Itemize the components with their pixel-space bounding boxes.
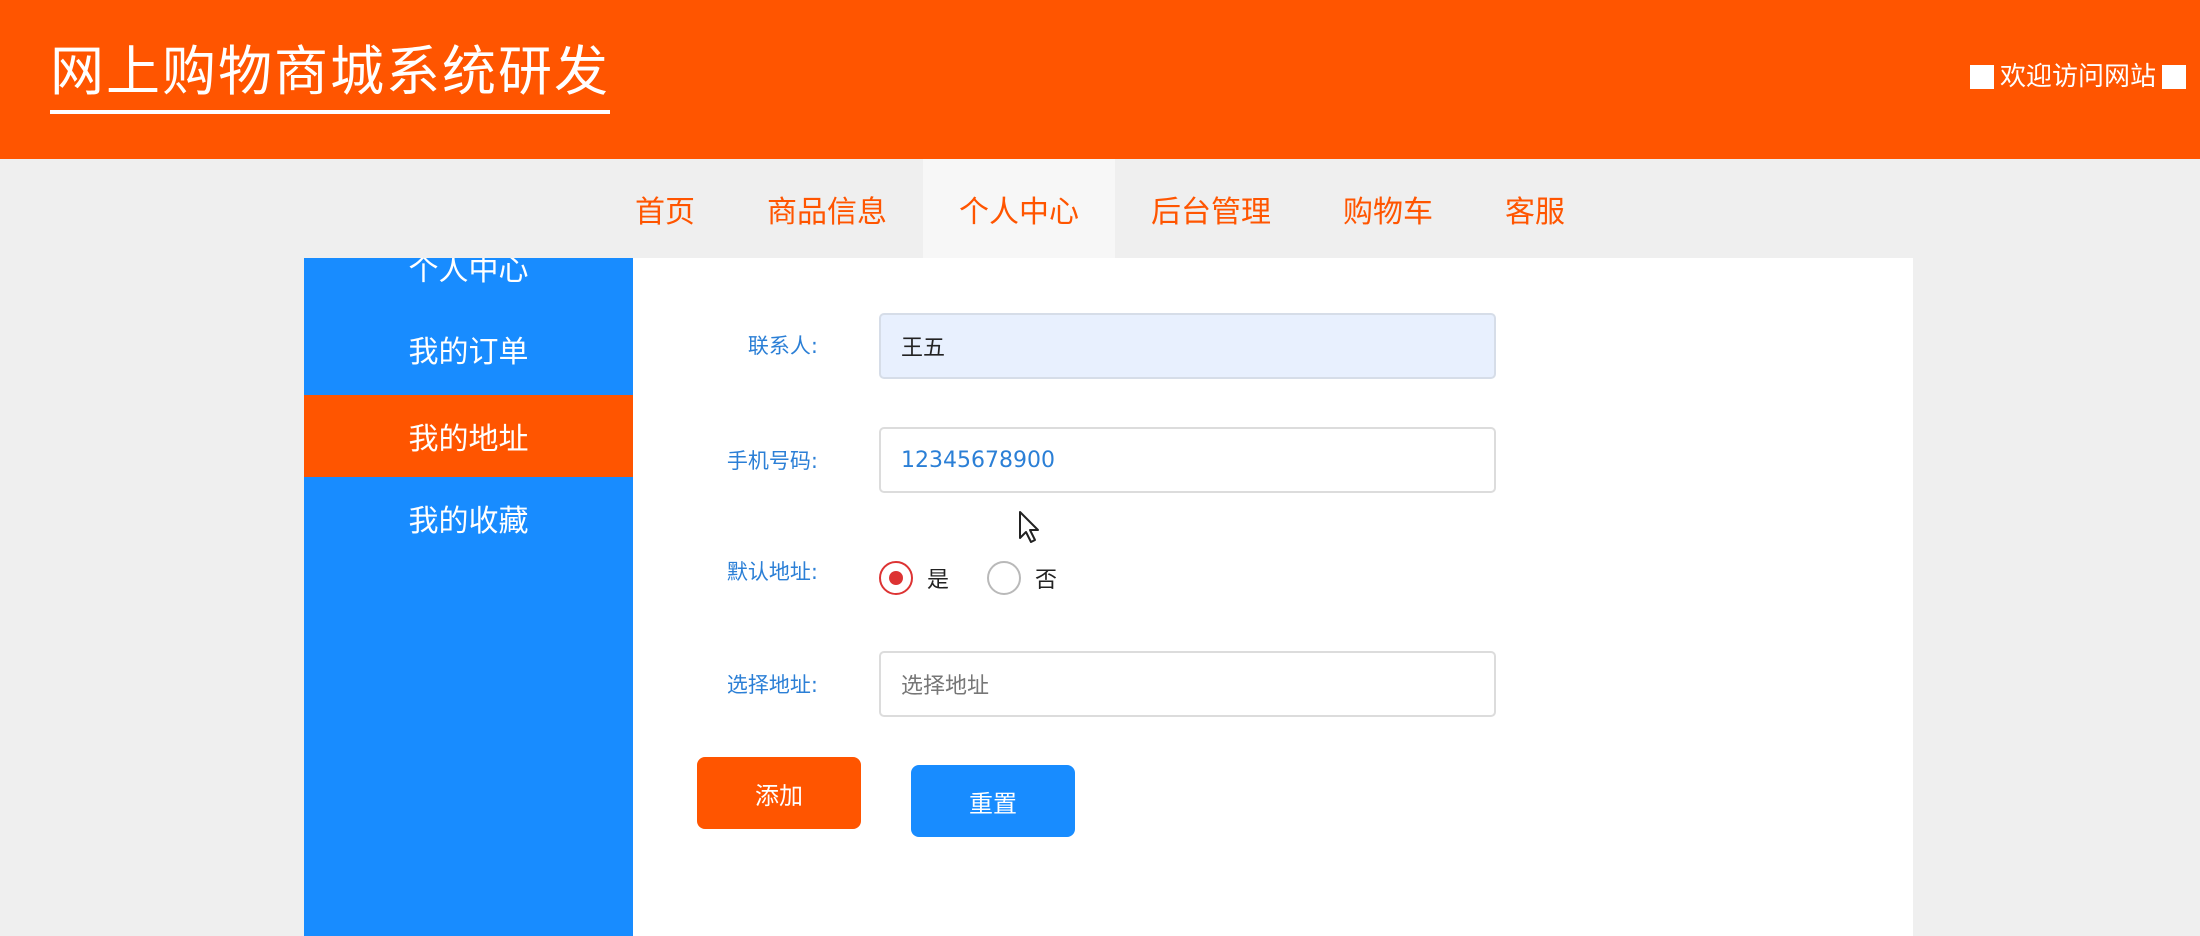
nav-item-home[interactable]: 首页 — [599, 159, 731, 259]
main-nav: 首页 商品信息 个人中心 后台管理 购物车 客服 — [0, 159, 2200, 259]
add-button[interactable]: 添加 — [697, 757, 861, 829]
sidebar-item-personal-center[interactable]: 个人中心 — [304, 258, 633, 308]
address-select-field[interactable]: 选择地址 — [879, 651, 1496, 717]
welcome-banner: 欢迎访问网站 — [1969, 62, 2186, 92]
top-header: 网上购物商城系统研发 欢迎访问网站 — [0, 0, 2200, 159]
phone-label: 手机号码: — [726, 449, 818, 473]
nav-item-admin[interactable]: 后台管理 — [1115, 159, 1307, 259]
radio-yes[interactable] — [879, 561, 913, 595]
radio-dot-icon — [889, 571, 903, 585]
mouse-cursor-icon — [1019, 511, 1039, 543]
welcome-text: 欢迎访问网站 — [1999, 62, 2156, 92]
address-label: 选择地址: — [726, 673, 818, 697]
radio-no[interactable] — [987, 561, 1022, 595]
default-address-label: 默认地址: — [726, 560, 818, 584]
radio-no-label: 否 — [1035, 568, 1058, 593]
site-title[interactable]: 网上购物商城系统研发 — [50, 40, 610, 114]
radio-yes-label: 是 — [927, 568, 950, 593]
sidebar-item-address[interactable]: 我的地址 — [304, 395, 633, 477]
nav-item-service[interactable]: 客服 — [1469, 159, 1601, 259]
square-icon — [1969, 65, 1994, 89]
reset-button[interactable]: 重置 — [911, 765, 1075, 837]
contact-label: 联系人: — [747, 334, 818, 358]
nav-item-cart[interactable]: 购物车 — [1307, 159, 1469, 259]
phone-field[interactable]: 12345678900 — [879, 427, 1496, 493]
sidebar: 个人中心 我的订单 我的地址 我的收藏 — [304, 258, 633, 936]
address-form: 联系人: 王五 手机号码: 12345678900 默认地址: 是 否 选择地址… — [633, 258, 1913, 936]
sidebar-item-favorites[interactable]: 我的收藏 — [304, 477, 633, 559]
nav-item-products[interactable]: 商品信息 — [731, 159, 923, 259]
sidebar-item-placeholder — [304, 570, 633, 652]
contact-field[interactable]: 王五 — [879, 313, 1496, 379]
nav-item-personal-center[interactable]: 个人中心 — [923, 159, 1115, 259]
square-icon — [2162, 65, 2186, 89]
sidebar-item-orders[interactable]: 我的订单 — [304, 308, 633, 390]
default-address-radio-group: 是 否 — [879, 558, 1081, 598]
